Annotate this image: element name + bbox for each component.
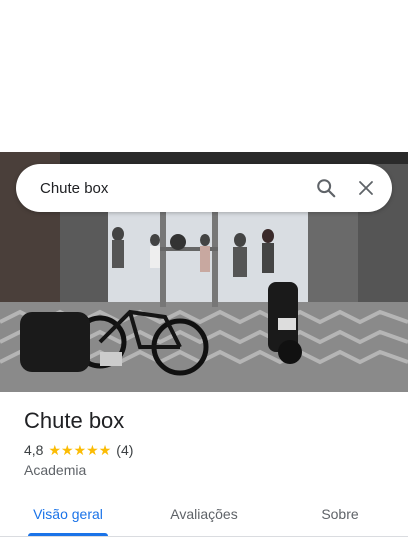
tab-about[interactable]: Sobre bbox=[272, 492, 408, 536]
star-icon: ★ bbox=[48, 442, 62, 458]
tab-label: Visão geral bbox=[33, 506, 103, 522]
search-icon bbox=[317, 179, 336, 198]
close-button[interactable] bbox=[346, 168, 386, 208]
search-bar[interactable]: Chute box bbox=[16, 164, 392, 212]
tab-divider bbox=[0, 536, 408, 537]
tab-bar: Visão geral Avaliações Sobre bbox=[0, 492, 408, 536]
place-title: Chute box bbox=[24, 408, 125, 433]
search-button[interactable] bbox=[306, 168, 346, 208]
blank-area bbox=[0, 0, 408, 152]
star-icon: ★ bbox=[86, 442, 99, 458]
tab-label: Avaliações bbox=[170, 506, 238, 522]
star-icon: ★ bbox=[98, 442, 112, 458]
place-info: Chute box 4,8 ★ ★ ★ ★ ★ (4) Academia bbox=[24, 406, 384, 478]
star-icon: ★ bbox=[61, 442, 74, 458]
place-category: Academia bbox=[24, 462, 87, 478]
star-rating: ★ ★ ★ ★ ★ bbox=[48, 443, 111, 457]
star-icon: ★ bbox=[73, 442, 87, 458]
close-icon bbox=[359, 181, 373, 195]
review-count[interactable]: (4) bbox=[116, 442, 133, 458]
tab-label: Sobre bbox=[321, 506, 359, 522]
rating-value: 4,8 bbox=[24, 442, 44, 458]
tab-reviews[interactable]: Avaliações bbox=[136, 492, 272, 536]
search-input[interactable]: Chute box bbox=[40, 180, 306, 197]
tab-overview[interactable]: Visão geral bbox=[0, 492, 136, 536]
rating-row[interactable]: 4,8 ★ ★ ★ ★ ★ (4) bbox=[24, 442, 384, 458]
